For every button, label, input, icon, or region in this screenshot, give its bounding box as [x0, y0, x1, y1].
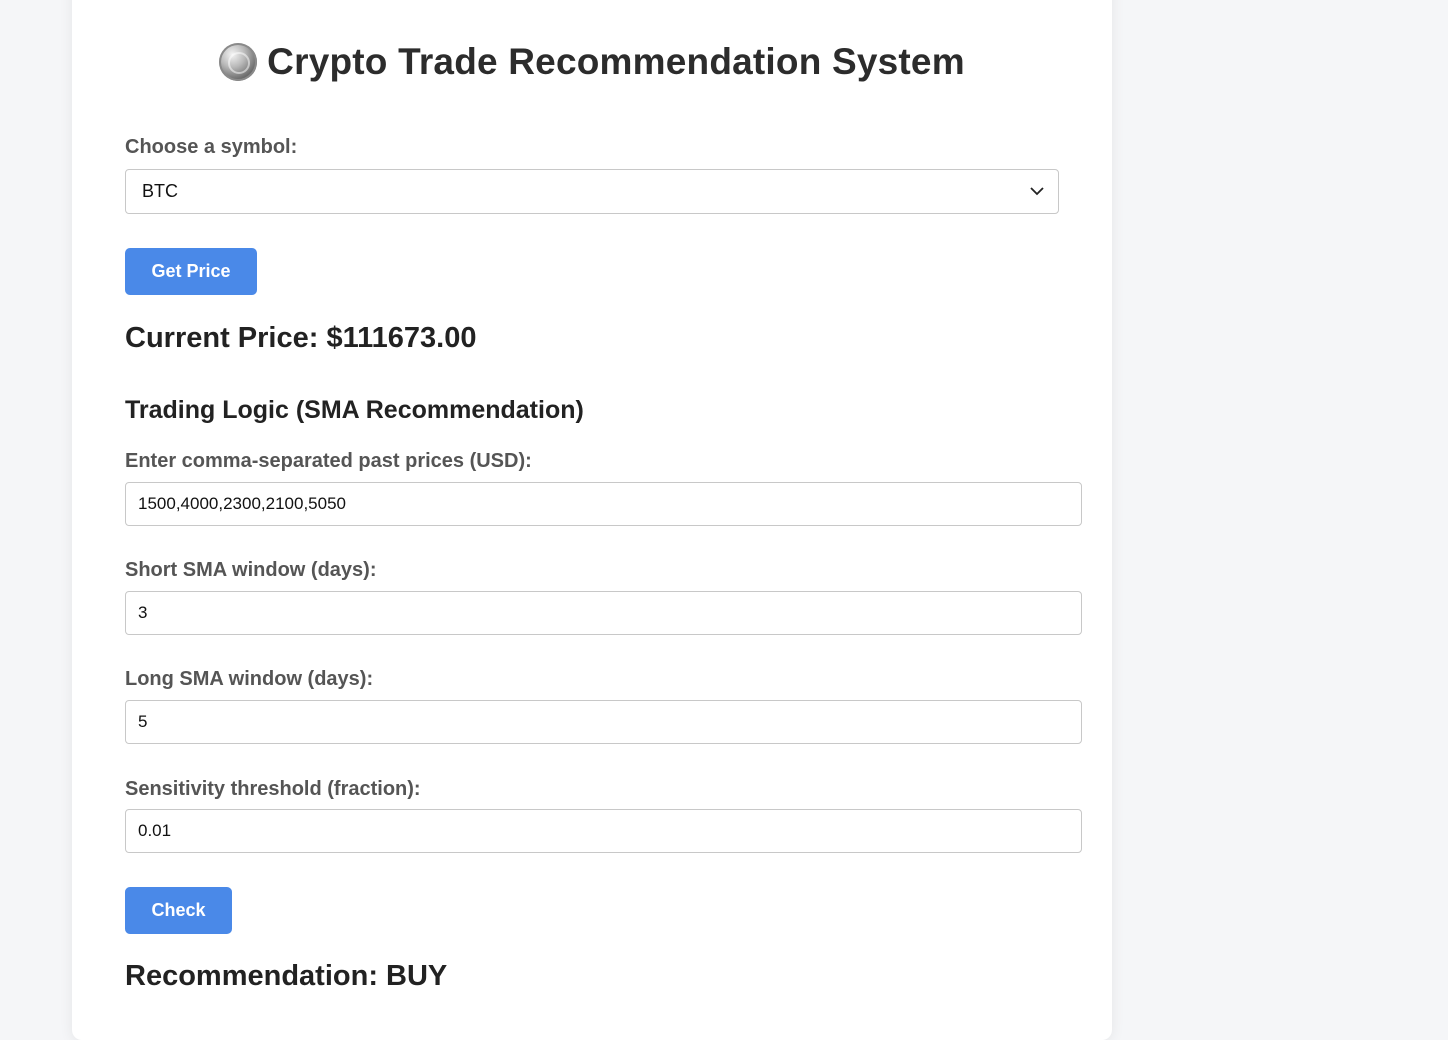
symbol-label: Choose a symbol: [125, 136, 298, 158]
title-row: Crypto Trade Recommendation System [72, 40, 1112, 84]
recommendation-text: Recommendation: BUY [125, 960, 448, 992]
threshold-input-value: 0.01 [138, 821, 172, 840]
threshold-label: Sensitivity threshold (fraction): [125, 778, 421, 800]
prices-label: Enter comma-separated past prices (USD): [125, 450, 532, 472]
main-card: Crypto Trade Recommendation System Choos… [72, 0, 1112, 1040]
prices-input-value: 1500,4000,2300,2100,5050 [138, 494, 346, 513]
short-sma-input[interactable]: 3 [125, 591, 1082, 635]
short-sma-input-value: 3 [138, 603, 148, 622]
long-sma-label: Long SMA window (days): [125, 668, 374, 690]
get-price-button[interactable]: Get Price [125, 248, 257, 295]
long-sma-input-value: 5 [138, 712, 148, 731]
prices-input[interactable]: 1500,4000,2300,2100,5050 [125, 482, 1082, 526]
page-title: Crypto Trade Recommendation System [267, 41, 965, 82]
check-button[interactable]: Check [125, 887, 232, 934]
symbol-selected-value: BTC [142, 181, 178, 201]
chevron-down-icon [1030, 187, 1044, 196]
long-sma-input[interactable]: 5 [125, 700, 1082, 744]
trading-logic-heading: Trading Logic (SMA Recommendation) [125, 396, 584, 424]
current-price: Current Price: $111673.00 [125, 322, 477, 354]
threshold-input[interactable]: 0.01 [125, 809, 1082, 853]
short-sma-label: Short SMA window (days): [125, 559, 377, 581]
coin-icon [219, 43, 258, 81]
symbol-select[interactable]: BTC [125, 169, 1059, 214]
